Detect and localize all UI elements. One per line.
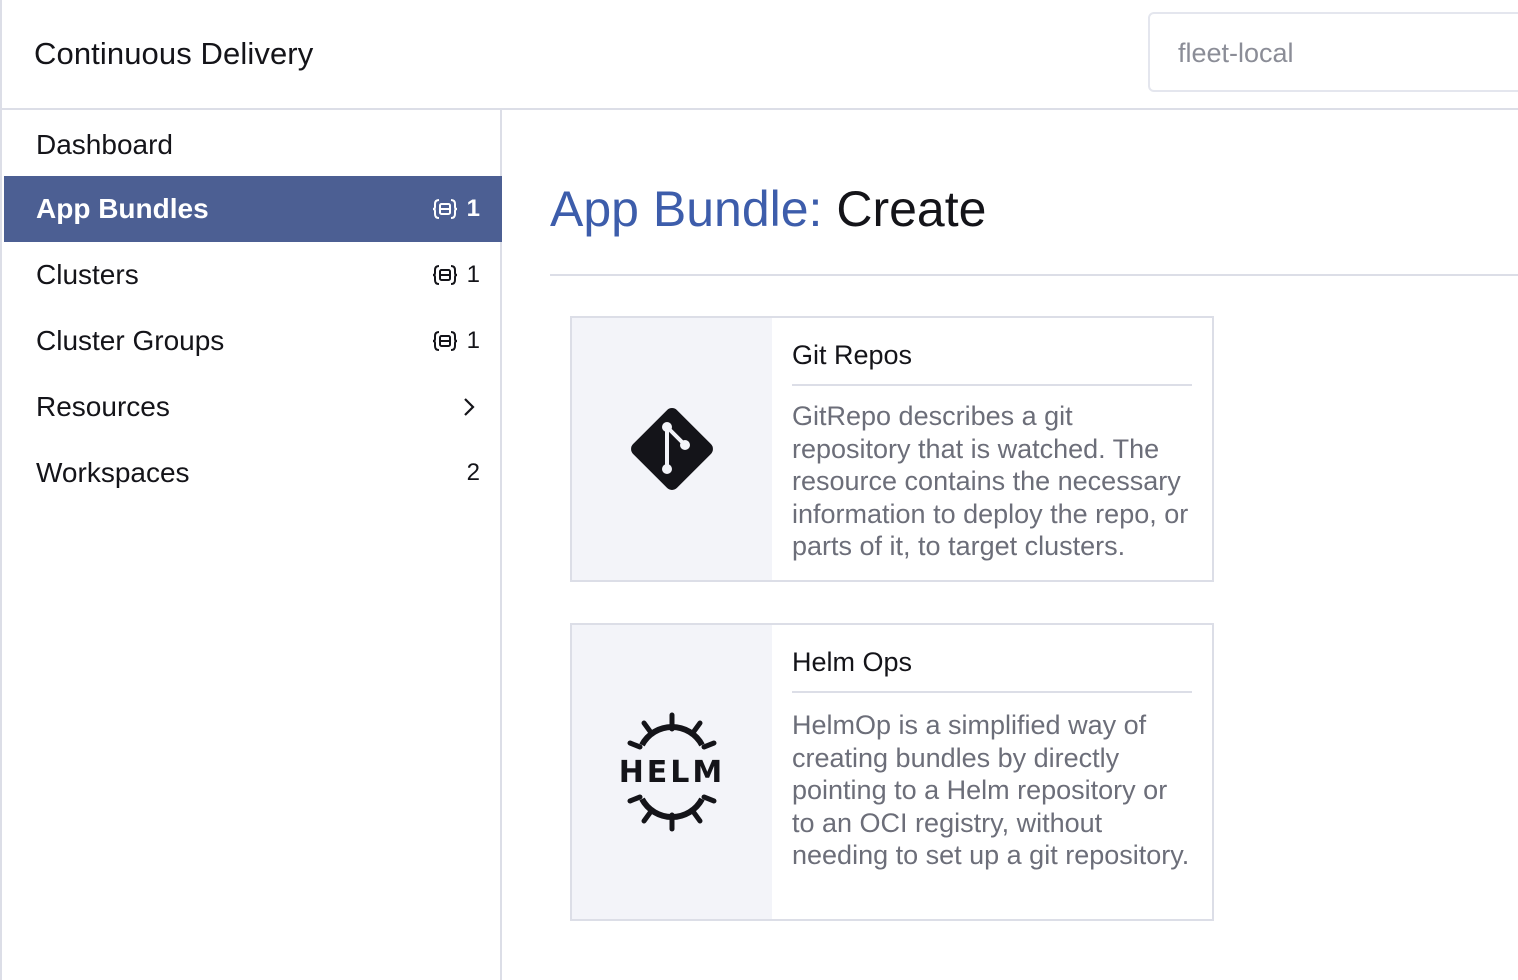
app-root: Continuous Delivery fleet-local Dashboar… xyxy=(0,0,1518,980)
nav-item-count-group: 1 xyxy=(432,195,480,223)
namespace-value: fleet-local xyxy=(1178,38,1294,68)
nav-item-resources[interactable]: Resources xyxy=(4,374,502,440)
nav-item-count: 1 xyxy=(466,195,480,222)
nav-item-label: Dashboard xyxy=(36,129,173,160)
nav-item-label: Cluster Groups xyxy=(36,325,225,356)
namespaced-icon xyxy=(432,265,457,285)
product-title: Continuous Delivery xyxy=(34,36,314,71)
page-title-mode: Create xyxy=(836,181,987,237)
git-icon xyxy=(631,408,713,490)
nav-item-label: App Bundles xyxy=(36,193,209,224)
namespace-selector[interactable]: fleet-local xyxy=(1148,12,1518,92)
nav-item-dashboard[interactable]: Dashboard xyxy=(4,112,502,178)
namespaced-icon xyxy=(432,199,457,219)
nav-item-workspaces[interactable]: Workspaces 2 xyxy=(4,440,502,506)
main-content: App Bundle: Create Git Repos GitRepo des… xyxy=(502,110,1518,980)
helm-icon: HELM xyxy=(619,712,726,832)
nav-item-count-group: 1 xyxy=(432,327,480,355)
nav-item-count-group: 1 xyxy=(432,261,480,289)
card-title: Helm Ops xyxy=(792,647,913,677)
page-title-resource[interactable]: App Bundle: xyxy=(550,181,822,237)
helm-ops-card[interactable]: HELM Helm Ops HelmOp is a simplified way… xyxy=(570,623,1214,921)
nav-item-label: Workspaces xyxy=(36,457,190,488)
nav-item-label: Clusters xyxy=(36,259,139,290)
namespaced-icon xyxy=(432,331,457,351)
card-logo-panel: HELM xyxy=(572,625,772,919)
nav-item-count: 1 xyxy=(466,327,480,354)
side-nav: Dashboard App Bundles 1 Clusters 1 Clust… xyxy=(0,110,502,980)
card-description: HelmOp is a simplified way of creating b… xyxy=(792,710,1190,870)
nav-item-cluster-groups[interactable]: Cluster Groups 1 xyxy=(4,308,502,374)
helm-logo-text: HELM xyxy=(619,755,726,790)
card-title: Git Repos xyxy=(792,340,913,370)
git-repos-card[interactable]: Git Repos GitRepo describes a git reposi… xyxy=(570,316,1214,582)
nav-item-clusters[interactable]: Clusters 1 xyxy=(4,242,502,308)
nav-item-count: 2 xyxy=(466,459,480,486)
nav-item-count: 1 xyxy=(466,261,480,288)
card-logo-panel xyxy=(572,318,772,580)
card-description: GitRepo describes a git repository that … xyxy=(792,401,1189,561)
card-divider xyxy=(792,384,1192,386)
page-title: App Bundle: Create xyxy=(550,180,986,238)
nav-item-label: Resources xyxy=(36,391,170,422)
nav-item-app-bundles[interactable]: App Bundles 1 xyxy=(4,176,502,242)
title-divider xyxy=(550,274,1518,276)
chevron-right-icon[interactable] xyxy=(462,396,476,418)
card-divider xyxy=(792,691,1192,693)
top-header: Continuous Delivery fleet-local xyxy=(0,0,1518,110)
